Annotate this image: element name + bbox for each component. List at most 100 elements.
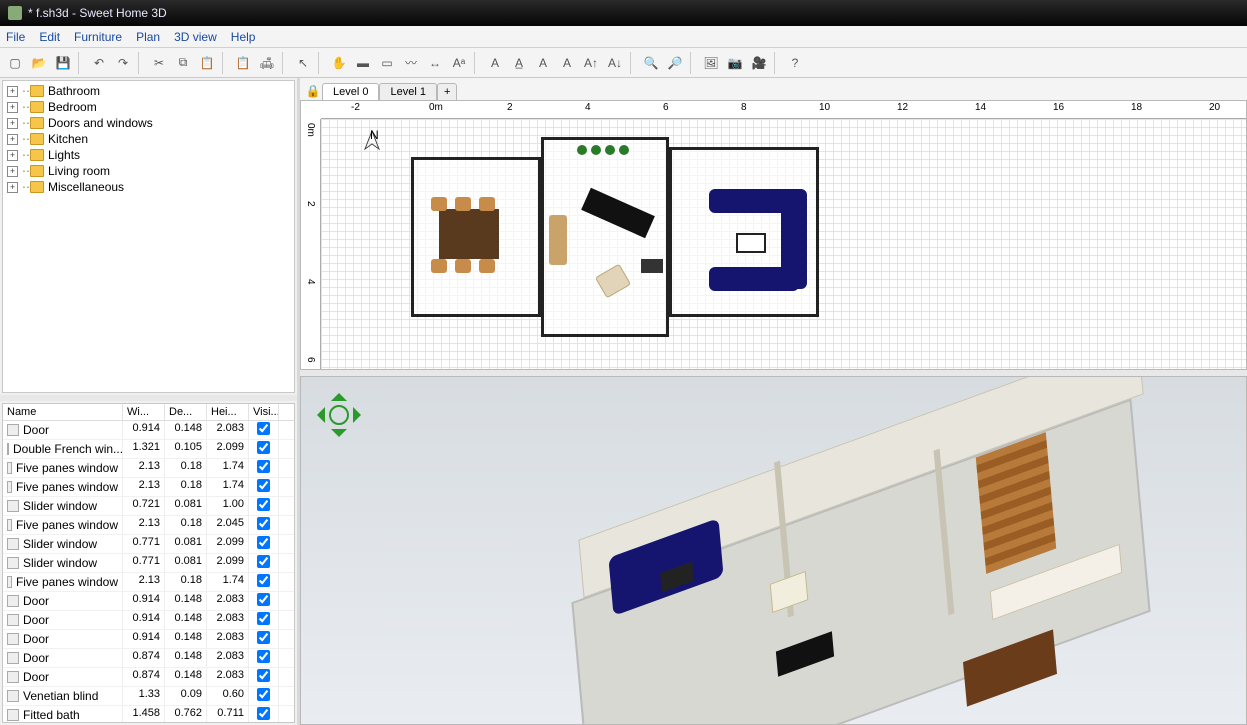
plan-furniture-plant[interactable]	[619, 145, 629, 155]
tree-item-bathroom[interactable]: +⋯Bathroom	[7, 83, 290, 99]
col-name[interactable]: Name	[3, 404, 123, 420]
furniture-list[interactable]: Name Wi... De... Hei... Visi... Door0.91…	[2, 403, 295, 723]
plan-furniture-plant[interactable]	[591, 145, 601, 155]
visible-checkbox[interactable]	[257, 479, 270, 492]
visible-checkbox[interactable]	[257, 650, 270, 663]
tree-item-bedroom[interactable]: +⋯Bedroom	[7, 99, 290, 115]
increase-icon[interactable]: A↑	[580, 52, 602, 74]
visible-checkbox[interactable]	[257, 498, 270, 511]
tab-add-level[interactable]: +	[437, 83, 457, 100]
lock-icon[interactable]: 🔒	[304, 82, 322, 100]
wall-icon[interactable]: ▬	[352, 52, 374, 74]
tree-item-miscellaneous[interactable]: +⋯Miscellaneous	[7, 179, 290, 195]
redo-icon[interactable]: ↷	[112, 52, 134, 74]
visible-checkbox[interactable]	[257, 574, 270, 587]
pan-icon[interactable]: ✋	[328, 52, 350, 74]
visible-checkbox[interactable]	[257, 517, 270, 530]
expand-icon[interactable]: +	[7, 102, 18, 113]
italic-icon[interactable]: A	[556, 52, 578, 74]
edit-text-icon[interactable]: A̲	[508, 52, 530, 74]
splitter-horizontal[interactable]	[0, 395, 297, 401]
plan-furniture-coffee-table[interactable]	[736, 233, 766, 253]
plan-view-2d[interactable]: -20m24681012141618202224 0m246 N	[300, 100, 1247, 370]
room-icon[interactable]: ▭	[376, 52, 398, 74]
photo-icon[interactable]: 🖼	[700, 52, 722, 74]
col-width[interactable]: Wi...	[123, 404, 165, 420]
save-icon[interactable]: 💾	[52, 52, 74, 74]
furniture-row[interactable]: Five panes window2.130.181.74	[3, 573, 294, 592]
plan-furniture-chair[interactable]	[479, 259, 495, 273]
furniture-row[interactable]: Five panes window2.130.182.045	[3, 516, 294, 535]
plan-furniture-sectional[interactable]	[709, 267, 799, 291]
nav-right-icon[interactable]	[353, 407, 369, 423]
menu-plan[interactable]: Plan	[136, 30, 160, 44]
plan-furniture-tv[interactable]	[641, 259, 663, 273]
menu-3d-view[interactable]: 3D view	[174, 30, 217, 44]
expand-icon[interactable]: +	[7, 182, 18, 193]
open-icon[interactable]: 📂	[28, 52, 50, 74]
tree-item-lights[interactable]: +⋯Lights	[7, 147, 290, 163]
plan-furniture-sofa[interactable]	[549, 215, 567, 265]
plan-furniture-chair[interactable]	[455, 259, 471, 273]
zoom-in-icon[interactable]: 🔍	[640, 52, 662, 74]
visible-checkbox[interactable]	[257, 631, 270, 644]
furniture-row[interactable]: Door0.9140.1482.083	[3, 630, 294, 649]
expand-icon[interactable]: +	[7, 86, 18, 97]
furniture-list-body[interactable]: Door0.9140.1482.083 Double French win...1…	[3, 421, 294, 722]
video-icon[interactable]: 🎥	[748, 52, 770, 74]
visible-checkbox[interactable]	[257, 422, 270, 435]
menu-edit[interactable]: Edit	[39, 30, 60, 44]
label-icon[interactable]: A	[484, 52, 506, 74]
plan-furniture-plant[interactable]	[605, 145, 615, 155]
tree-item-living-room[interactable]: +⋯Living room	[7, 163, 290, 179]
plan-canvas[interactable]: N	[321, 119, 1246, 369]
select-icon[interactable]: ↖	[292, 52, 314, 74]
furniture-row[interactable]: Five panes window2.130.181.74	[3, 478, 294, 497]
visible-checkbox[interactable]	[257, 460, 270, 473]
furniture-row[interactable]: Double French win...1.3210.1052.099	[3, 440, 294, 459]
furniture-row[interactable]: Fitted bath1.4580.7620.711	[3, 706, 294, 722]
dimension-icon[interactable]: ↔	[424, 52, 446, 74]
menu-file[interactable]: File	[6, 30, 25, 44]
visible-checkbox[interactable]	[257, 612, 270, 625]
nav-3d-control[interactable]	[309, 385, 369, 445]
furniture-row[interactable]: Slider window0.7210.0811.00	[3, 497, 294, 516]
nav-up-icon[interactable]	[331, 385, 347, 401]
help-icon[interactable]: ?	[784, 52, 806, 74]
furniture-row[interactable]: Door0.8740.1482.083	[3, 668, 294, 687]
visible-checkbox[interactable]	[257, 536, 270, 549]
catalog-tree[interactable]: +⋯Bathroom+⋯Bedroom+⋯Doors and windows+⋯…	[2, 80, 295, 393]
plan-furniture-plant[interactable]	[577, 145, 587, 155]
col-height[interactable]: Hei...	[207, 404, 249, 420]
expand-icon[interactable]: +	[7, 134, 18, 145]
nav-center-icon[interactable]	[329, 405, 349, 425]
col-depth[interactable]: De...	[165, 404, 207, 420]
col-visible[interactable]: Visi...	[249, 404, 279, 420]
tab-level-0[interactable]: Level 0	[322, 83, 379, 100]
furniture-row[interactable]: Door0.8740.1482.083	[3, 649, 294, 668]
tree-item-kitchen[interactable]: +⋯Kitchen	[7, 131, 290, 147]
expand-icon[interactable]: +	[7, 166, 18, 177]
bold-icon[interactable]: A	[532, 52, 554, 74]
cut-icon[interactable]: ✂	[148, 52, 170, 74]
visible-checkbox[interactable]	[257, 707, 270, 720]
plan-furniture-chair[interactable]	[479, 197, 495, 211]
decrease-icon[interactable]: A↓	[604, 52, 626, 74]
paste-icon[interactable]: 📋	[196, 52, 218, 74]
furniture-row[interactable]: Slider window0.7710.0812.099	[3, 535, 294, 554]
visible-checkbox[interactable]	[257, 593, 270, 606]
furniture-row[interactable]: Five panes window2.130.181.74	[3, 459, 294, 478]
plan-furniture-chair[interactable]	[455, 197, 471, 211]
paste-special-icon[interactable]: 📋	[232, 52, 254, 74]
copy-icon[interactable]: ⧉	[172, 52, 194, 74]
add-furniture-icon[interactable]: 🛋	[256, 52, 278, 74]
polyline-icon[interactable]: 〰	[400, 52, 422, 74]
menu-furniture[interactable]: Furniture	[74, 30, 122, 44]
furniture-row[interactable]: Venetian blind1.330.090.60	[3, 687, 294, 706]
undo-icon[interactable]: ↶	[88, 52, 110, 74]
expand-icon[interactable]: +	[7, 118, 18, 129]
furniture-row[interactable]: Door0.9140.1482.083	[3, 611, 294, 630]
menu-help[interactable]: Help	[231, 30, 256, 44]
nav-down-icon[interactable]	[331, 429, 347, 445]
visible-checkbox[interactable]	[257, 555, 270, 568]
